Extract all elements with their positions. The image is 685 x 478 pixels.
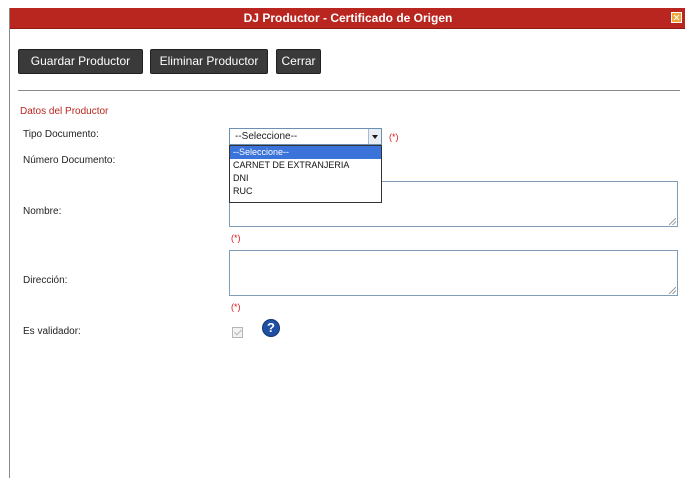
tipo-documento-label: Tipo Documento:: [23, 129, 99, 140]
required-marker: (*): [231, 302, 241, 312]
close-button[interactable]: Cerrar: [276, 49, 321, 74]
delete-productor-button[interactable]: Eliminar Productor: [150, 49, 268, 74]
close-icon[interactable]: [671, 12, 682, 23]
section-title: Datos del Productor: [20, 106, 109, 117]
productor-dialog: DJ Productor - Certificado de Origen: [9, 8, 685, 478]
dialog-titlebar[interactable]: DJ Productor - Certificado de Origen: [10, 8, 685, 29]
tipo-documento-select[interactable]: --Seleccione--: [229, 128, 382, 145]
required-marker: (*): [231, 233, 241, 243]
numero-documento-label: Número Documento:: [23, 155, 116, 166]
dialog-title: DJ Productor - Certificado de Origen: [243, 11, 453, 25]
toolbar-divider: [18, 90, 680, 91]
direccion-label: Dirección:: [23, 275, 68, 286]
es-validador-label: Es validador:: [23, 326, 81, 337]
required-marker: (*): [389, 132, 399, 142]
option-ruc[interactable]: RUC: [230, 185, 381, 198]
resize-grip-icon[interactable]: [669, 287, 676, 294]
direccion-field[interactable]: [229, 250, 678, 296]
save-productor-button[interactable]: Guardar Productor: [18, 49, 143, 74]
tipo-documento-selected: --Seleccione--: [235, 131, 298, 142]
question-icon[interactable]: ?: [262, 319, 280, 337]
nombre-label: Nombre:: [23, 206, 62, 217]
tipo-documento-dropdown: --Seleccione-- CARNET DE EXTRANJERIA DNI…: [229, 145, 382, 203]
chevron-down-icon[interactable]: [368, 129, 381, 144]
option-carnet-extranjeria[interactable]: CARNET DE EXTRANJERIA: [230, 159, 381, 172]
resize-grip-icon[interactable]: [669, 218, 676, 225]
option-seleccione[interactable]: --Seleccione--: [230, 146, 381, 159]
es-validador-checkbox[interactable]: [232, 327, 243, 338]
option-dni[interactable]: DNI: [230, 172, 381, 185]
